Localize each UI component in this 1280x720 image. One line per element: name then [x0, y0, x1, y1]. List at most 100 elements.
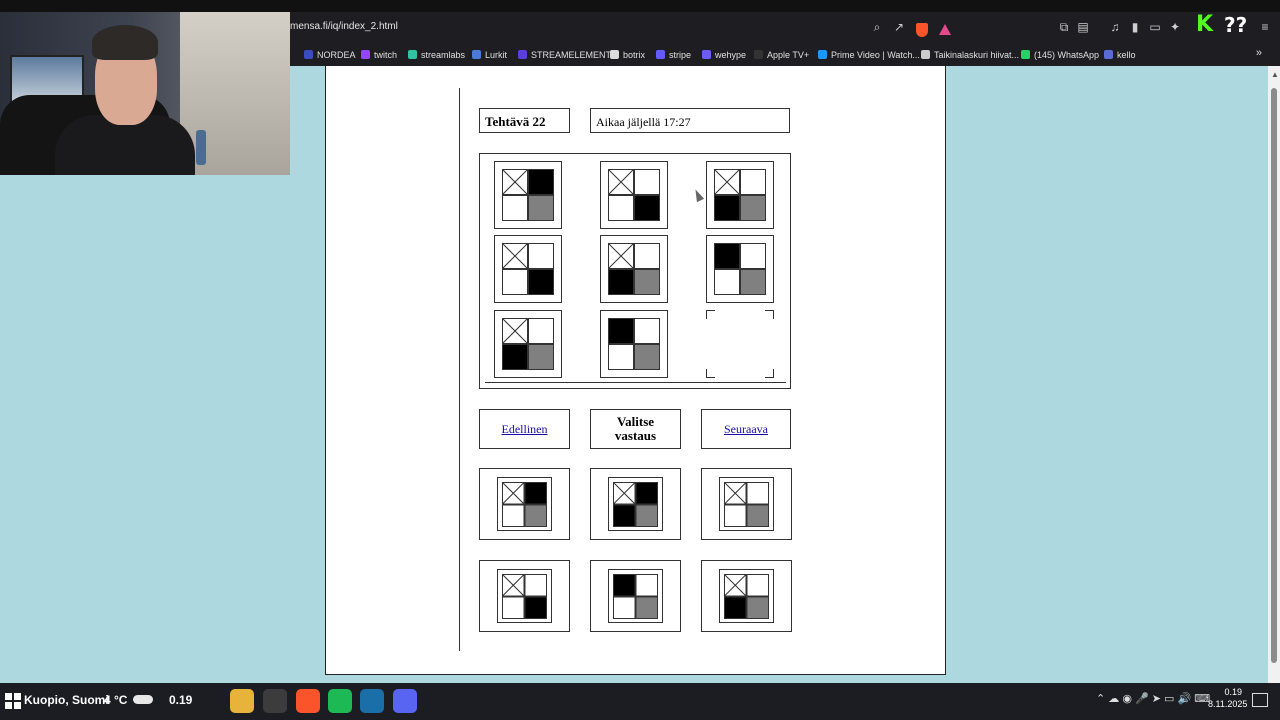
next-button[interactable]: Seuraava	[701, 409, 791, 449]
answer-option-1[interactable]	[479, 468, 570, 540]
answer-figure-frame	[497, 569, 552, 623]
quadrant	[635, 596, 658, 619]
question-number: Tehtävä 22	[479, 108, 570, 133]
answer-option-2[interactable]	[590, 468, 681, 540]
file-explorer-icon[interactable]	[230, 689, 254, 713]
quadrant	[524, 596, 547, 619]
bookmark-kello[interactable]: kello	[1104, 48, 1136, 62]
quadrant-figure	[502, 482, 547, 527]
notifications-icon[interactable]	[1252, 693, 1268, 707]
quadrant	[740, 169, 766, 195]
brave-taskbar-icon[interactable]	[296, 689, 320, 713]
choose-answer-label: Valitse vastaus	[614, 414, 657, 443]
quadrant-figure	[502, 318, 554, 370]
bookmark-prime-video[interactable]: Prime Video | Watch...	[818, 48, 920, 62]
share-icon[interactable]: ↗	[892, 20, 906, 34]
extensions-icon[interactable]: ⧉	[1057, 20, 1071, 34]
bookmark-favicon-icon	[818, 50, 827, 59]
bookmark-favicon-icon	[1104, 50, 1113, 59]
bookmark-apple-tv[interactable]: Apple TV+	[754, 48, 809, 62]
zoom-icon[interactable]: ⌕	[870, 20, 884, 34]
quadrant-figure	[613, 574, 658, 619]
brave-rewards-icon[interactable]	[939, 24, 951, 35]
system-tray-icons[interactable]: ⌃ ☁ ◉ 🎤 ➤ ▭ 🔊 ⌨	[1096, 692, 1210, 705]
weather-temperature[interactable]: 4 °C	[104, 693, 127, 707]
next-link[interactable]: Seuraava	[724, 422, 768, 436]
bookmark-botrix[interactable]: botrix	[610, 48, 645, 62]
spotify-icon[interactable]	[328, 689, 352, 713]
matrix-cell-3-1	[494, 310, 562, 378]
quadrant	[634, 318, 660, 344]
matrix-cell-1-3	[706, 161, 774, 229]
quadrant	[502, 596, 525, 619]
bookmark-nordea[interactable]: NORDEA	[304, 48, 356, 62]
quadrant	[634, 269, 660, 295]
quadrant-figure	[608, 169, 660, 221]
quadrant-figure	[502, 243, 554, 295]
bookmark-twitch[interactable]: twitch	[361, 48, 397, 62]
bookmark-stripe[interactable]: stripe	[656, 48, 691, 62]
missing-cell-placeholder	[706, 310, 774, 378]
bookmark-favicon-icon	[610, 50, 619, 59]
quadrant-figure	[714, 169, 766, 221]
bookmarks-overflow-icon[interactable]: »	[1256, 47, 1262, 59]
scroll-thumb[interactable]	[1271, 88, 1277, 663]
quadrant	[528, 344, 554, 370]
quadrant	[740, 269, 766, 295]
corner-mark	[765, 310, 774, 319]
windows-start-icon[interactable]	[5, 693, 21, 709]
bookmark-label: Prime Video | Watch...	[831, 50, 920, 60]
bookmark-streamlabs[interactable]: streamlabs	[408, 48, 465, 62]
answer-figure-frame	[608, 477, 663, 531]
bookmark-label: wehype	[715, 50, 747, 60]
quadrant	[714, 195, 740, 221]
answer-option-6[interactable]	[701, 560, 792, 632]
wallet-icon[interactable]: ▭	[1148, 20, 1162, 34]
bookmark-wehype[interactable]: wehype	[702, 48, 746, 62]
quadrant	[746, 482, 769, 505]
quadrant	[634, 243, 660, 269]
menu-icon[interactable]: ≡	[1258, 20, 1272, 34]
bookmark-lurkit[interactable]: Lurkit	[472, 48, 507, 62]
bookmark-streamelements[interactable]: STREAMELEMENTS	[518, 48, 617, 62]
bookmark-favicon-icon	[518, 50, 527, 59]
bookmark-label: Lurkit	[485, 50, 508, 60]
url-text[interactable]: mensa.fi/iq/index_2.html	[290, 21, 398, 32]
bookmark-label: kello	[1117, 50, 1136, 60]
previous-button[interactable]: Edellinen	[479, 409, 570, 449]
quadrant	[746, 596, 769, 619]
bookmark-favicon-icon	[408, 50, 417, 59]
bookmark-whatsapp[interactable]: (145) WhatsApp	[1021, 48, 1099, 62]
quadrant	[613, 596, 636, 619]
obs-icon[interactable]	[263, 689, 287, 713]
quadrant	[528, 195, 554, 221]
media-icon[interactable]: ♫	[1108, 20, 1122, 34]
tab-search-icon[interactable]: ▤	[1076, 20, 1090, 34]
quadrant-figure	[502, 169, 554, 221]
quadrant	[502, 195, 528, 221]
answer-option-5[interactable]	[590, 560, 681, 632]
address-bar[interactable]: mensa.fi/iq/index_2.html ⌕ ↗ ⧉ ▤ ♫ ▮ ▭ ✦…	[290, 12, 1280, 44]
answer-figure-frame	[719, 477, 774, 531]
quadrant	[608, 195, 634, 221]
sidebar-icon[interactable]: ▮	[1128, 20, 1142, 34]
scroll-up-arrow-icon[interactable]: ▲	[1271, 70, 1279, 79]
quadrant	[634, 169, 660, 195]
weather-location[interactable]: Kuopio, Suomi	[24, 693, 109, 707]
leo-ai-icon[interactable]: ✦	[1168, 20, 1182, 34]
bookmark-label: botrix	[623, 50, 646, 60]
quadrant	[608, 269, 634, 295]
previous-link[interactable]: Edellinen	[502, 422, 548, 436]
answer-option-4[interactable]	[479, 560, 570, 632]
discord-icon[interactable]	[393, 689, 417, 713]
bookmark-favicon-icon	[472, 50, 481, 59]
page-scrollbar[interactable]: ▲	[1268, 66, 1280, 683]
taskbar-clock[interactable]: 0.19 8.11.2025	[1208, 686, 1247, 710]
brave-shields-icon[interactable]	[916, 23, 928, 37]
bookmark-taikinalaskuri[interactable]: Taikinalaskuri hiivat...	[921, 48, 1019, 62]
answer-option-3[interactable]	[701, 468, 792, 540]
webcam-overlay	[0, 0, 290, 175]
matrix-cell-2-2	[600, 235, 668, 303]
steam-icon[interactable]	[360, 689, 384, 713]
quadrant	[524, 482, 547, 505]
